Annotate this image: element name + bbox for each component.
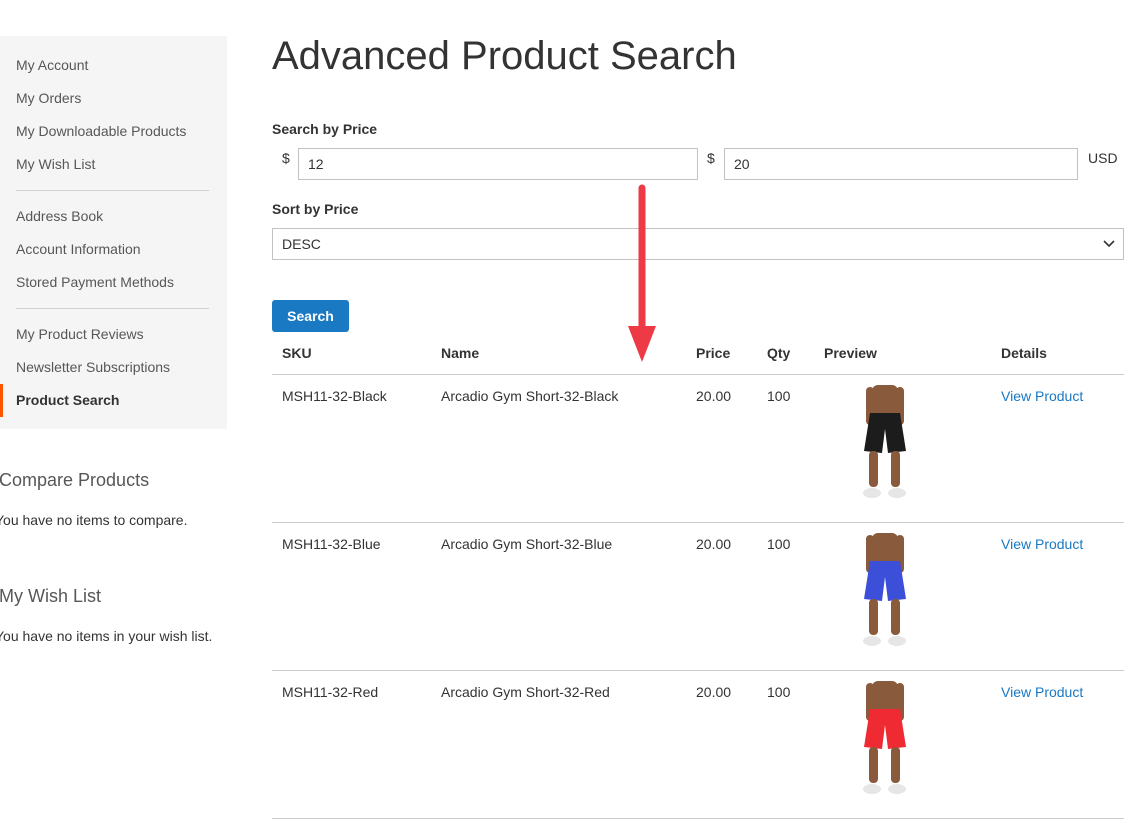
nav-item-my-downloadable-products[interactable]: My Downloadable Products [0,115,227,148]
nav-item-my-orders[interactable]: My Orders [0,82,227,115]
header-sku: SKU [282,345,312,361]
cell-price: 20.00 [696,388,732,404]
cell-sku: MSH11-32-Black [282,388,387,404]
chevron-down-icon [1103,229,1115,269]
header-name: Name [441,345,480,361]
view-product-link[interactable]: View Product [1001,536,1083,552]
product-preview-image [863,681,906,794]
compare-block: Compare Products You have no items to co… [0,470,240,528]
sort-select-value: DESC [282,236,321,252]
nav-item-my-product-reviews[interactable]: My Product Reviews [0,318,227,351]
nav-item-my-wish-list[interactable]: My Wish List [0,148,227,181]
compare-title: Compare Products [0,470,150,490]
cell-sku: MSH11-32-Red [282,684,379,700]
cell-price: 20.00 [696,536,732,552]
price-search-label: Search by Price [272,121,378,137]
account-nav: My Account My Orders My Downloadable Pro… [0,36,227,429]
max-price-input[interactable] [724,148,1078,180]
nav-divider [16,308,209,309]
wishlist-empty-text: You have no items in your wish list. [0,628,213,644]
annotation-arrow-icon [628,184,656,362]
compare-empty-text: You have no items to compare. [0,512,188,528]
cell-qty: 100 [767,684,791,700]
nav-item-my-account[interactable]: My Account [0,49,227,82]
view-product-link[interactable]: View Product [1001,684,1083,700]
header-qty: Qty [767,345,791,361]
table-row: MSH11-32-Red Arcadio Gym Short-32-Red 20… [272,671,1124,819]
nav-item-account-information[interactable]: Account Information [0,233,227,266]
nav-item-newsletter-subscriptions[interactable]: Newsletter Subscriptions [0,351,227,384]
page-title: Advanced Product Search [272,34,737,78]
nav-item-address-book[interactable]: Address Book [0,200,227,233]
wishlist-block: My Wish List You have no items in your w… [0,586,240,644]
header-preview: Preview [824,345,877,361]
table-header: SKU Name Price Qty Preview Details [272,338,1124,375]
sort-label: Sort by Price [272,201,359,217]
min-currency-symbol: $ [282,150,290,166]
view-product-link[interactable]: View Product [1001,388,1083,404]
currency-code: USD [1088,150,1118,166]
nav-item-stored-payment-methods[interactable]: Stored Payment Methods [0,266,227,299]
header-price: Price [696,345,731,361]
sort-select[interactable]: DESC [272,228,1124,260]
table-row: MSH11-32-Black Arcadio Gym Short-32-Blac… [272,375,1124,523]
cell-name: Arcadio Gym Short-32-Blue [441,536,613,552]
cell-sku: MSH11-32-Blue [282,536,381,552]
cell-qty: 100 [767,388,791,404]
search-button[interactable]: Search [272,300,349,332]
cell-qty: 100 [767,536,791,552]
cell-price: 20.00 [696,684,732,700]
nav-divider [16,190,209,191]
product-preview-image [863,533,906,646]
product-preview-image [863,385,906,498]
cell-name: Arcadio Gym Short-32-Black [441,388,619,404]
nav-item-product-search[interactable]: Product Search [0,384,227,417]
table-row: MSH11-32-Blue Arcadio Gym Short-32-Blue … [272,523,1124,671]
cell-name: Arcadio Gym Short-32-Red [441,684,610,700]
results-table: SKU Name Price Qty Preview Details MSH11… [272,338,1124,819]
max-currency-symbol: $ [707,150,715,166]
min-price-input[interactable] [298,148,698,180]
header-details: Details [1001,345,1047,361]
wishlist-title: My Wish List [0,586,102,606]
